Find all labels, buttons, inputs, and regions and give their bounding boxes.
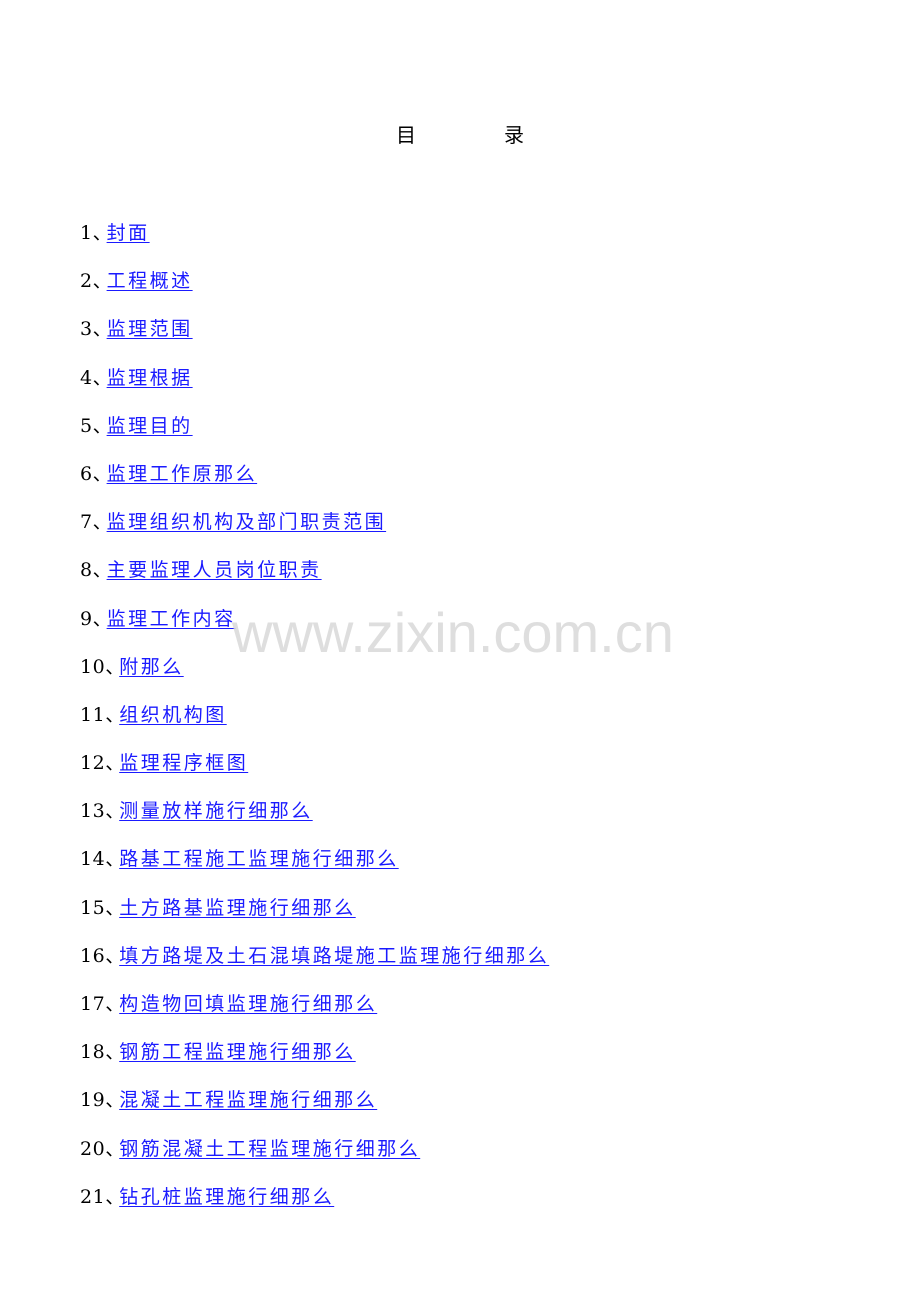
toc-item: 2、工程概述 bbox=[80, 266, 549, 314]
toc-item: 14、路基工程施工监理施行细那么 bbox=[80, 844, 549, 892]
toc-item-number: 10 bbox=[80, 655, 106, 678]
toc-item-link[interactable]: 填方路堤及土石混填路堤施工监理施行细那么 bbox=[119, 945, 549, 967]
toc-item-separator: 、 bbox=[105, 1041, 125, 1064]
toc-item-link[interactable]: 钢筋工程监理施行细那么 bbox=[119, 1041, 356, 1063]
toc-item-separator: 、 bbox=[105, 848, 125, 871]
title-char-1: 目 bbox=[396, 123, 416, 147]
toc-item-number: 13 bbox=[80, 800, 106, 823]
toc-item: 17、构造物回填监理施行细那么 bbox=[80, 989, 549, 1037]
toc-item-link[interactable]: 监理范围 bbox=[107, 318, 193, 340]
toc-item-separator: 、 bbox=[105, 703, 125, 726]
page-title: 目录 bbox=[0, 120, 920, 150]
toc-item-number: 17 bbox=[80, 993, 106, 1015]
table-of-contents: 1、封面 2、工程概述 3、监理范围 4、监理根据 5、监理目的 6、监理工作原那么 7、监… bbox=[80, 218, 549, 1230]
toc-item-link[interactable]: 监理程序框图 bbox=[119, 752, 248, 774]
toc-item-separator: 、 bbox=[105, 1089, 125, 1112]
toc-item: 1、封面 bbox=[80, 218, 549, 266]
toc-item-separator: 、 bbox=[92, 559, 112, 582]
toc-item-separator: 、 bbox=[105, 800, 125, 823]
toc-item-link[interactable]: 测量放样施行细那么 bbox=[119, 800, 313, 822]
toc-item-link[interactable]: 附那么 bbox=[119, 656, 184, 678]
toc-item-link[interactable]: 构造物回填监理施行细那么 bbox=[119, 993, 377, 1015]
toc-item: 16、填方路堤及土石混填路堤施工监理施行细那么 bbox=[80, 941, 549, 989]
toc-item: 15、土方路基监理施行细那么 bbox=[80, 893, 549, 941]
toc-item: 6、监理工作原那么 bbox=[80, 459, 549, 507]
toc-item-separator: 、 bbox=[92, 222, 112, 244]
toc-item-number: 7 bbox=[80, 511, 93, 534]
toc-item-number: 19 bbox=[80, 1089, 106, 1112]
toc-item: 7、监理组织机构及部门职责范围 bbox=[80, 507, 549, 555]
toc-item-separator: 、 bbox=[105, 896, 125, 919]
toc-item-number: 4 bbox=[80, 366, 93, 389]
toc-item-number: 18 bbox=[80, 1041, 106, 1064]
toc-item-separator: 、 bbox=[105, 944, 125, 967]
toc-item-separator: 、 bbox=[92, 318, 112, 341]
toc-item: 10、附那么 bbox=[80, 652, 549, 700]
toc-item-number: 16 bbox=[80, 944, 106, 967]
toc-item-number: 21 bbox=[80, 1185, 106, 1208]
toc-item-separator: 、 bbox=[105, 1137, 125, 1160]
toc-item-number: 2 bbox=[80, 270, 93, 293]
toc-item-number: 5 bbox=[80, 414, 93, 437]
toc-item-link[interactable]: 组织机构图 bbox=[119, 704, 227, 726]
toc-item-link[interactable]: 监理工作原那么 bbox=[107, 463, 258, 485]
toc-item-number: 15 bbox=[80, 896, 106, 919]
toc-item-link[interactable]: 钢筋混凝土工程监理施行细那么 bbox=[119, 1138, 420, 1160]
toc-item: 9、监理工作内容 bbox=[80, 604, 549, 652]
toc-item-separator: 、 bbox=[105, 993, 125, 1015]
toc-item-link[interactable]: 封面 bbox=[107, 222, 150, 244]
toc-item-number: 20 bbox=[80, 1137, 106, 1160]
toc-item: 5、监理目的 bbox=[80, 411, 549, 459]
toc-item: 12、监理程序框图 bbox=[80, 748, 549, 796]
toc-item-link[interactable]: 监理工作内容 bbox=[107, 608, 236, 630]
toc-item-separator: 、 bbox=[92, 511, 112, 534]
toc-item-link[interactable]: 主要监理人员岗位职责 bbox=[107, 559, 322, 581]
toc-item: 8、主要监理人员岗位职责 bbox=[80, 555, 549, 603]
toc-item: 3、监理范围 bbox=[80, 314, 549, 362]
toc-item-link[interactable]: 监理根据 bbox=[107, 367, 193, 389]
toc-item-number: 14 bbox=[80, 848, 106, 871]
toc-item-number: 11 bbox=[80, 703, 106, 726]
toc-item-link[interactable]: 钻孔桩监理施行细那么 bbox=[119, 1186, 334, 1208]
toc-item-number: 12 bbox=[80, 752, 106, 775]
toc-item-separator: 、 bbox=[105, 752, 125, 775]
toc-item: 13、测量放样施行细那么 bbox=[80, 796, 549, 844]
toc-item-separator: 、 bbox=[92, 270, 112, 293]
toc-item: 20、钢筋混凝土工程监理施行细那么 bbox=[80, 1134, 549, 1182]
toc-item: 11、组织机构图 bbox=[80, 700, 549, 748]
toc-item-link[interactable]: 土方路基监理施行细那么 bbox=[119, 897, 356, 919]
toc-item-link[interactable]: 监理组织机构及部门职责范围 bbox=[107, 511, 387, 533]
toc-item-number: 1 bbox=[80, 222, 93, 244]
toc-item-link[interactable]: 混凝土工程监理施行细那么 bbox=[119, 1089, 377, 1111]
toc-item-separator: 、 bbox=[92, 366, 112, 389]
toc-item-link[interactable]: 监理目的 bbox=[107, 415, 193, 437]
toc-item-separator: 、 bbox=[92, 607, 112, 630]
toc-item-number: 8 bbox=[80, 559, 93, 582]
toc-item-separator: 、 bbox=[92, 462, 112, 485]
toc-item-number: 9 bbox=[80, 607, 93, 630]
toc-item-separator: 、 bbox=[105, 1185, 125, 1208]
toc-item: 21、钻孔桩监理施行细那么 bbox=[80, 1182, 549, 1230]
toc-item-number: 3 bbox=[80, 318, 93, 341]
toc-item: 18、钢筋工程监理施行细那么 bbox=[80, 1037, 549, 1085]
toc-item-link[interactable]: 工程概述 bbox=[107, 270, 193, 292]
toc-item-link[interactable]: 路基工程施工监理施行细那么 bbox=[119, 848, 399, 870]
toc-item-separator: 、 bbox=[92, 414, 112, 437]
toc-item: 4、监理根据 bbox=[80, 363, 549, 411]
title-char-2: 录 bbox=[504, 123, 524, 147]
toc-item-separator: 、 bbox=[105, 655, 125, 678]
toc-item: 19、混凝土工程监理施行细那么 bbox=[80, 1085, 549, 1133]
toc-item-number: 6 bbox=[80, 462, 93, 485]
